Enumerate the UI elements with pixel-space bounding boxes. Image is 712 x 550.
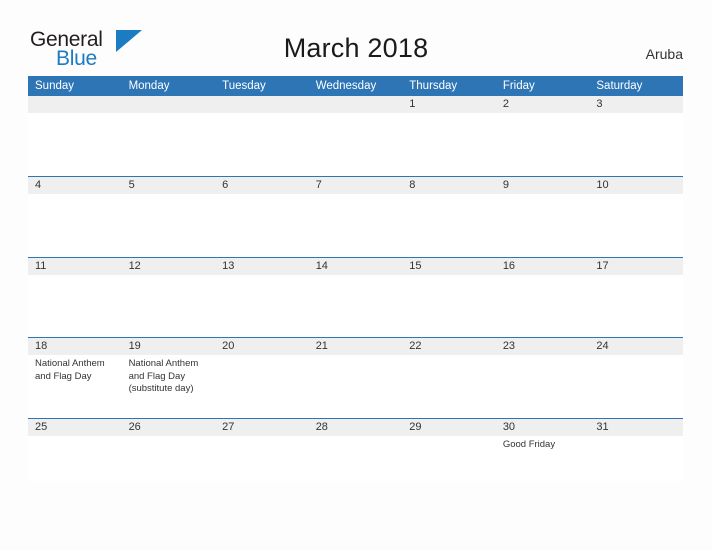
calendar-grid: Sunday Monday Tuesday Wednesday Thursday… — [28, 76, 683, 481]
day-event-text — [589, 113, 683, 176]
date-number[interactable]: 1 — [402, 96, 496, 113]
week-event-band — [28, 113, 683, 176]
date-number[interactable] — [28, 96, 122, 113]
date-number[interactable]: 11 — [28, 258, 122, 275]
day-event-text — [215, 355, 309, 418]
date-number[interactable]: 7 — [309, 177, 403, 194]
day-header-wednesday: Wednesday — [315, 80, 377, 92]
day-header-saturday: Saturday — [596, 80, 643, 92]
week-date-band: 25 26 27 28 29 30 31 — [28, 419, 683, 436]
day-event-text: Good Friday — [502, 439, 556, 450]
day-event-text — [402, 275, 496, 337]
calendar-week-row: 11 12 13 14 15 16 17 — [28, 257, 683, 337]
day-event-text — [402, 113, 496, 176]
week-event-band — [28, 275, 683, 337]
week-date-band: 11 12 13 14 15 16 17 — [28, 258, 683, 275]
date-number[interactable]: 8 — [402, 177, 496, 194]
day-event-text — [122, 275, 216, 337]
day-event-text — [215, 275, 309, 337]
date-number[interactable] — [309, 96, 403, 113]
week-event-band — [28, 194, 683, 257]
date-number[interactable]: 30 — [496, 419, 590, 436]
date-number[interactable]: 24 — [589, 338, 683, 355]
day-header-monday: Monday — [128, 80, 170, 92]
day-header-friday: Friday — [502, 80, 535, 92]
day-event-text — [122, 113, 216, 176]
day-event-text — [122, 436, 216, 481]
day-header-tuesday: Tuesday — [222, 80, 266, 92]
day-event-text — [402, 436, 496, 481]
date-number[interactable]: 6 — [215, 177, 309, 194]
day-event-text — [589, 355, 683, 418]
day-event-text — [402, 355, 496, 418]
day-event-text — [589, 436, 683, 481]
date-number[interactable]: 5 — [122, 177, 216, 194]
date-number[interactable]: 19 — [122, 338, 216, 355]
day-event-text: National Anthem and Flag Day (substitute… — [128, 358, 199, 394]
date-number[interactable]: 29 — [402, 419, 496, 436]
day-event-text — [402, 194, 496, 257]
date-number[interactable]: 13 — [215, 258, 309, 275]
date-number[interactable]: 31 — [589, 419, 683, 436]
day-event-text — [309, 436, 403, 481]
date-number[interactable]: 25 — [28, 419, 122, 436]
day-event-text — [309, 194, 403, 257]
date-number[interactable]: 21 — [309, 338, 403, 355]
calendar-week-row: 4 5 6 7 8 9 10 — [28, 176, 683, 257]
date-number[interactable]: 4 — [28, 177, 122, 194]
date-number[interactable]: 10 — [589, 177, 683, 194]
week-event-band: National Anthem and Flag Day National An… — [28, 355, 683, 418]
day-event-text — [589, 194, 683, 257]
date-number[interactable]: 2 — [496, 96, 590, 113]
day-event-text — [215, 113, 309, 176]
date-number[interactable] — [215, 96, 309, 113]
date-number[interactable]: 26 — [122, 419, 216, 436]
calendar-week-row: 18 19 20 21 22 23 24 National Anthem and… — [28, 337, 683, 418]
day-event-text — [28, 275, 122, 337]
date-number[interactable]: 15 — [402, 258, 496, 275]
week-event-band: Good Friday — [28, 436, 683, 481]
day-event-text — [589, 275, 683, 337]
day-event-text — [309, 275, 403, 337]
date-number[interactable]: 20 — [215, 338, 309, 355]
day-event-text — [215, 194, 309, 257]
day-of-week-header: Sunday Monday Tuesday Wednesday Thursday… — [28, 76, 683, 96]
date-number[interactable]: 3 — [589, 96, 683, 113]
day-event-text — [28, 113, 122, 176]
day-event-text — [496, 275, 590, 337]
date-number[interactable]: 28 — [309, 419, 403, 436]
day-event-text — [309, 355, 403, 418]
page-title: March 2018 — [283, 33, 429, 63]
day-event-text — [28, 194, 122, 257]
week-date-band: 1 2 3 — [28, 96, 683, 113]
day-event-text: National Anthem and Flag Day — [35, 358, 105, 382]
calendar-week-row: 1 2 3 — [28, 96, 683, 176]
date-number[interactable]: 17 — [589, 258, 683, 275]
page-header: General Blue March 2018 Aruba — [0, 0, 712, 76]
day-event-text — [215, 436, 309, 481]
day-header-sunday: Sunday — [35, 80, 75, 92]
calendar-week-row: 25 26 27 28 29 30 31 Good Friday — [28, 418, 683, 481]
day-event-text — [28, 436, 122, 481]
day-event-text — [496, 355, 590, 418]
date-number[interactable]: 14 — [309, 258, 403, 275]
week-date-band: 4 5 6 7 8 9 10 — [28, 177, 683, 194]
date-number[interactable]: 22 — [402, 338, 496, 355]
day-event-text — [122, 194, 216, 257]
date-number[interactable]: 23 — [496, 338, 590, 355]
date-number[interactable]: 12 — [122, 258, 216, 275]
date-number[interactable]: 27 — [215, 419, 309, 436]
date-number[interactable]: 9 — [496, 177, 590, 194]
date-number[interactable]: 18 — [28, 338, 122, 355]
day-event-text — [496, 194, 590, 257]
date-number[interactable]: 16 — [496, 258, 590, 275]
week-date-band: 18 19 20 21 22 23 24 — [28, 338, 683, 355]
day-header-thursday: Thursday — [409, 80, 458, 92]
day-event-text — [309, 113, 403, 176]
day-event-text — [496, 113, 590, 176]
date-number[interactable] — [122, 96, 216, 113]
region-label: Aruba — [645, 46, 683, 62]
